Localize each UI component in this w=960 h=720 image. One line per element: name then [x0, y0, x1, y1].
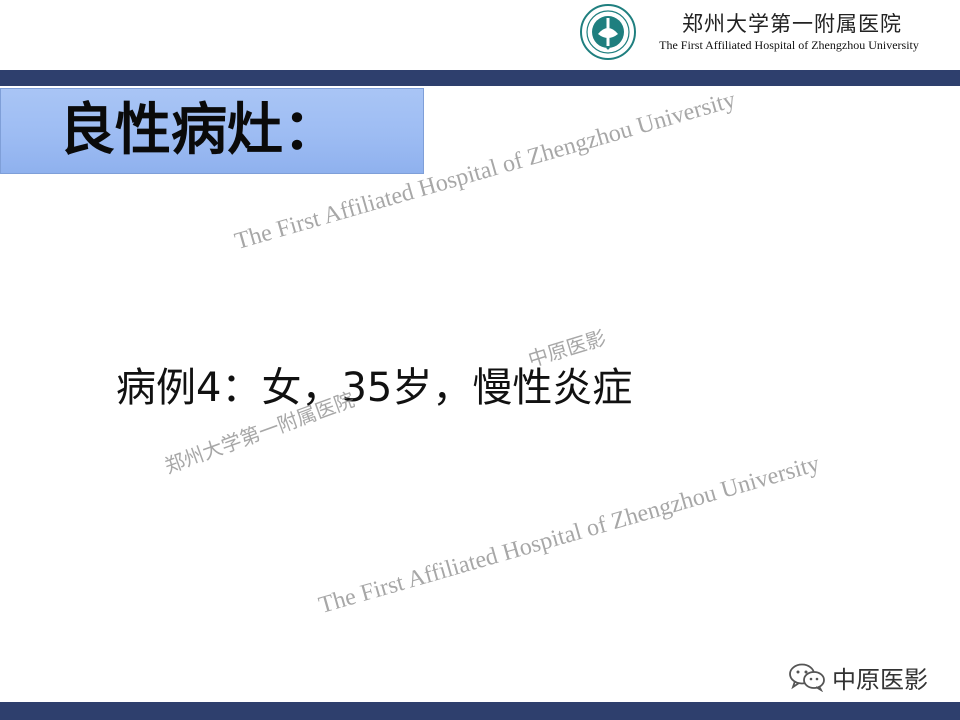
footer-bar: [0, 702, 960, 720]
brand-mark: 中原医影: [788, 660, 928, 694]
slide-header: 郑州大学第一附属医院 The First Affiliated Hospital…: [0, 0, 960, 70]
hospital-name-cn: 郑州大学第一附属医院: [682, 12, 902, 36]
header-divider-bar: [0, 70, 960, 86]
watermark-en-lower: The First Affiliated Hospital of Zhengzh…: [316, 450, 823, 619]
hospital-seal-icon: [580, 4, 636, 60]
hospital-name-en: The First Affiliated Hospital of Zhengzh…: [659, 38, 919, 52]
title-box: 良性病灶：: [0, 88, 424, 174]
wechat-icon: [789, 663, 825, 692]
brand-label: 中原医影: [832, 665, 928, 694]
case-description: 病例4：女，35岁，慢性炎症: [116, 365, 633, 411]
slide-title: 良性病灶：: [59, 98, 339, 163]
